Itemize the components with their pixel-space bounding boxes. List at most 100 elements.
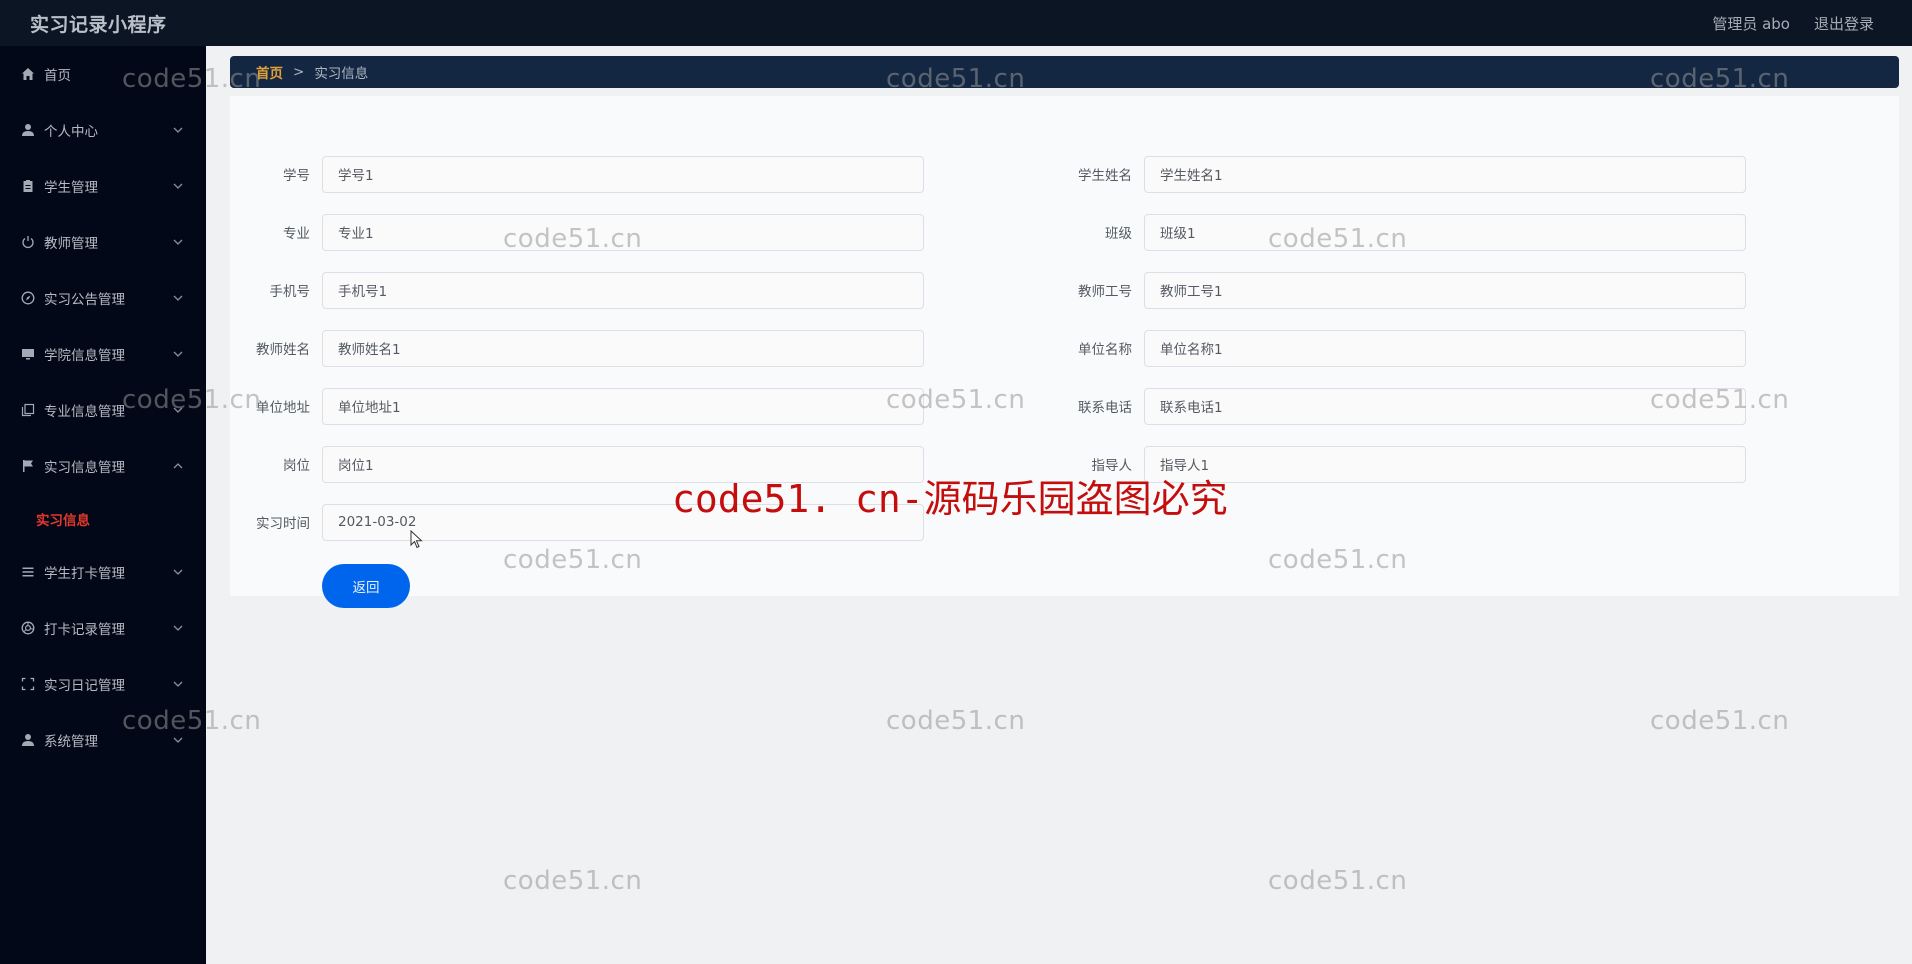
sidebar-item-students[interactable]: 学生管理 — [0, 158, 206, 214]
sidebar: 首页 个人中心 学生管理 教师管理 实习公告管理 学院信息管理 专业信息管理 实… — [0, 46, 206, 964]
field-label: 班级 — [1105, 226, 1132, 242]
contact-phone-input[interactable] — [1144, 387, 1746, 425]
top-right-actions: 管理员 abo 退出登录 — [1712, 13, 1874, 34]
copy-icon — [20, 402, 36, 418]
clipboard-icon — [20, 178, 36, 194]
chevron-down-icon — [173, 625, 183, 631]
main-content: 首页 > 实习信息 学号 专业 手机号 教师姓名 单位地址 岗位 — [206, 46, 1912, 964]
fullscreen-icon — [20, 676, 36, 692]
user-icon — [20, 732, 36, 748]
chevron-down-icon — [173, 681, 183, 687]
sidebar-item-label: 专业信息管理 — [44, 404, 125, 420]
field-label: 教师工号 — [1078, 284, 1132, 300]
company-address-input[interactable] — [322, 387, 924, 425]
sidebar-item-home[interactable]: 首页 — [0, 46, 206, 102]
aperture-icon — [20, 620, 36, 636]
sidebar-item-label: 首页 — [44, 68, 71, 84]
field-label: 单位名称 — [1078, 342, 1132, 358]
field-phone: 手机号 — [242, 271, 924, 309]
field-class: 班级 — [1064, 213, 1746, 251]
sidebar-item-checkin-records[interactable]: 打卡记录管理 — [0, 600, 206, 656]
field-label: 单位地址 — [256, 400, 310, 416]
chevron-up-icon — [173, 463, 183, 469]
sidebar-subitem-internship-info[interactable]: 实习信息 — [0, 494, 206, 544]
breadcrumb: 首页 > 实习信息 — [230, 56, 1899, 88]
supervisor-input[interactable] — [1144, 445, 1746, 483]
field-contact-phone: 联系电话 — [1064, 387, 1746, 425]
field-position: 岗位 — [242, 445, 924, 483]
current-user-label: 管理员 abo — [1712, 14, 1790, 33]
class-input[interactable] — [1144, 213, 1746, 251]
sidebar-item-label: 系统管理 — [44, 734, 98, 750]
sidebar-item-label: 学生管理 — [44, 180, 98, 196]
chevron-down-icon — [173, 351, 183, 357]
sidebar-item-teachers[interactable]: 教师管理 — [0, 214, 206, 270]
field-label: 手机号 — [269, 284, 311, 300]
flag-icon — [20, 458, 36, 474]
major-input[interactable] — [322, 213, 924, 251]
sidebar-item-internship-diary[interactable]: 实习日记管理 — [0, 656, 206, 712]
field-teacher-name: 教师姓名 — [242, 329, 924, 367]
field-major: 专业 — [242, 213, 924, 251]
chevron-down-icon — [173, 737, 183, 743]
field-student-id: 学号 — [242, 155, 924, 193]
sidebar-item-student-checkin[interactable]: 学生打卡管理 — [0, 544, 206, 600]
field-label: 联系电话 — [1078, 400, 1132, 416]
sidebar-item-label: 学生打卡管理 — [44, 566, 125, 582]
sidebar-item-label: 个人中心 — [44, 124, 98, 140]
chevron-down-icon — [173, 239, 183, 245]
field-internship-date: 实习时间 — [242, 503, 924, 541]
chevron-down-icon — [173, 569, 183, 575]
field-label: 教师姓名 — [256, 342, 310, 358]
compass-icon — [20, 290, 36, 306]
chevron-down-icon — [173, 295, 183, 301]
chevron-down-icon — [173, 407, 183, 413]
monitor-icon — [20, 346, 36, 362]
sidebar-item-majors[interactable]: 专业信息管理 — [0, 382, 206, 438]
sidebar-item-label: 教师管理 — [44, 236, 98, 252]
student-id-input[interactable] — [322, 155, 924, 193]
field-label: 实习时间 — [256, 516, 310, 532]
power-icon — [20, 234, 36, 250]
home-icon — [20, 66, 36, 82]
sidebar-item-internship-info[interactable]: 实习信息管理 — [0, 438, 206, 494]
list-icon — [20, 564, 36, 580]
sidebar-item-label: 学院信息管理 — [44, 348, 125, 364]
sidebar-subitem-label: 实习信息 — [36, 513, 90, 529]
sidebar-item-label: 实习公告管理 — [44, 292, 125, 308]
field-label: 学号 — [283, 168, 310, 184]
sidebar-item-announcements[interactable]: 实习公告管理 — [0, 270, 206, 326]
company-name-input[interactable] — [1144, 329, 1746, 367]
user-icon — [20, 122, 36, 138]
mouse-cursor-icon — [410, 530, 423, 549]
breadcrumb-home[interactable]: 首页 — [256, 62, 283, 82]
sidebar-item-system[interactable]: 系统管理 — [0, 712, 206, 768]
field-supervisor: 指导人 — [1064, 445, 1746, 483]
field-teacher-id: 教师工号 — [1064, 271, 1746, 309]
field-label: 岗位 — [283, 458, 310, 474]
field-label: 指导人 — [1091, 458, 1133, 474]
teacher-id-input[interactable] — [1144, 271, 1746, 309]
sidebar-item-label: 实习信息管理 — [44, 460, 125, 476]
sidebar-item-profile[interactable]: 个人中心 — [0, 102, 206, 158]
position-input[interactable] — [322, 445, 924, 483]
chevron-down-icon — [173, 183, 183, 189]
logout-link[interactable]: 退出登录 — [1814, 13, 1874, 34]
chevron-down-icon — [173, 127, 183, 133]
field-company-name: 单位名称 — [1064, 329, 1746, 367]
top-bar: 实习记录小程序 管理员 abo 退出登录 — [0, 0, 1912, 46]
breadcrumb-current: 实习信息 — [314, 66, 369, 82]
field-student-name: 学生姓名 — [1064, 155, 1746, 193]
phone-input[interactable] — [322, 271, 924, 309]
detail-form: 学号 专业 手机号 教师姓名 单位地址 岗位 实习时间 学生姓名 — [230, 96, 1899, 608]
field-company-address: 单位地址 — [242, 387, 924, 425]
sidebar-item-colleges[interactable]: 学院信息管理 — [0, 326, 206, 382]
field-label: 学生姓名 — [1078, 168, 1132, 184]
breadcrumb-separator: > — [293, 64, 305, 80]
back-button[interactable]: 返回 — [322, 564, 410, 608]
sidebar-item-label: 实习日记管理 — [44, 678, 125, 694]
teacher-name-input[interactable] — [322, 329, 924, 367]
student-name-input[interactable] — [1144, 155, 1746, 193]
sidebar-item-label: 打卡记录管理 — [44, 622, 125, 638]
field-label: 专业 — [283, 226, 310, 242]
